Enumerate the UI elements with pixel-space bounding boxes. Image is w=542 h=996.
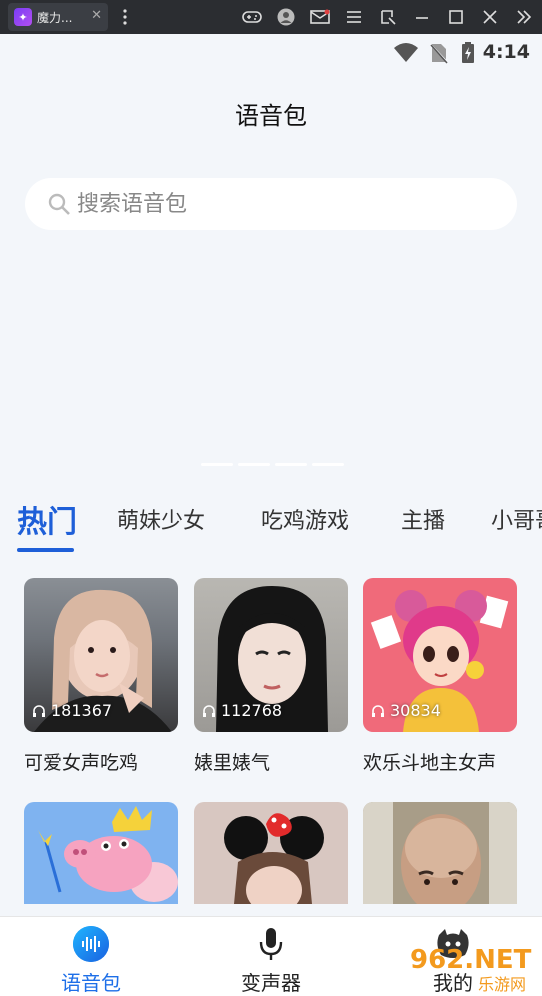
voice-pack-card[interactable]: 30834 欢乐斗地主女声: [363, 578, 517, 775]
tab-cute-girl[interactable]: 萌妹少女: [117, 503, 205, 535]
voice-pack-card[interactable]: 181367 可爱女声吃鸡: [24, 578, 178, 775]
minimize-icon[interactable]: [412, 7, 432, 27]
nav-label: 变声器: [241, 971, 301, 995]
bald-man-image: [363, 802, 517, 904]
more-vert-icon[interactable]: [115, 7, 135, 27]
app-tab[interactable]: ✦ 魔力... ✕: [8, 3, 108, 31]
mickey-ears-girl-image: [224, 813, 324, 904]
close-icon[interactable]: [480, 7, 500, 27]
headphones-icon: [372, 704, 384, 717]
no-sim-icon: [429, 43, 448, 64]
card-title: 欢乐斗地主女声: [363, 752, 497, 774]
voice-pack-card[interactable]: [24, 802, 178, 904]
card-thumbnail: [194, 802, 348, 904]
nav-label: 语音包: [61, 971, 121, 995]
voice-pack-card[interactable]: [363, 802, 517, 904]
banner-dot[interactable]: [275, 463, 307, 466]
site-watermark-logo: 962.NET 乐游网: [410, 945, 532, 994]
voice-pack-icon: [72, 925, 110, 963]
card-title: 可爱女声吃鸡: [24, 752, 139, 774]
card-thumbnail: [363, 802, 517, 904]
play-count: 112768: [202, 701, 282, 720]
tab-close-icon[interactable]: ✕: [91, 8, 102, 23]
screenshot-icon[interactable]: [378, 7, 398, 27]
emulator-titlebar: ✦ 魔力... ✕: [0, 0, 542, 34]
wifi-icon: [394, 43, 418, 62]
account-icon[interactable]: [276, 7, 296, 27]
play-count-value: 30834: [390, 701, 441, 720]
card-thumbnail: 30834: [363, 578, 517, 732]
category-tabs: 热门 萌妹少女 吃鸡游戏 主播 小哥哥: [0, 495, 542, 555]
tab-pubg[interactable]: 吃鸡游戏: [261, 503, 349, 535]
microphone-icon: [252, 925, 290, 963]
expand-icon[interactable]: [514, 7, 534, 27]
banner-dot[interactable]: [238, 463, 270, 466]
voice-pack-card[interactable]: [194, 802, 348, 904]
watermark-text-1: 962.NET: [410, 945, 532, 975]
tab-streamer[interactable]: 主播: [401, 503, 445, 535]
card-thumbnail: 112768: [194, 578, 348, 732]
maximize-icon[interactable]: [446, 7, 466, 27]
voice-pack-card[interactable]: 112768 婊里婊气: [194, 578, 348, 775]
mail-icon[interactable]: [310, 7, 330, 27]
app-tab-title: 魔力...: [37, 10, 73, 25]
app-logo-icon: ✦: [14, 8, 32, 26]
nav-voice-changer[interactable]: 变声器: [216, 925, 326, 996]
status-bar: 4:14: [0, 34, 542, 72]
gamepad-icon[interactable]: [242, 7, 262, 27]
headphones-icon: [203, 704, 215, 717]
search-bar[interactable]: [25, 178, 517, 230]
tab-young-man[interactable]: 小哥哥: [491, 503, 542, 535]
play-count-value: 181367: [51, 701, 113, 720]
peppa-pig-image: [38, 806, 178, 902]
banner-dot[interactable]: [312, 463, 344, 466]
page-title: 语音包: [235, 102, 307, 130]
search-input[interactable]: [77, 191, 477, 217]
tab-hot[interactable]: 热门: [17, 497, 77, 541]
battery-charging-icon: [462, 42, 474, 63]
tab-indicator: [17, 548, 74, 552]
headphones-icon: [33, 704, 45, 717]
menu-icon[interactable]: [344, 7, 364, 27]
play-count: 30834: [371, 701, 441, 720]
banner-indicator: [201, 463, 344, 466]
play-count-value: 112768: [221, 701, 283, 720]
watermark-text-2: 乐游网: [478, 975, 526, 994]
card-thumbnail: [24, 802, 178, 904]
search-icon: [48, 193, 70, 215]
banner-dot[interactable]: [201, 463, 233, 466]
card-title: 婊里婊气: [194, 752, 271, 774]
nav-voice-pack[interactable]: 语音包: [36, 925, 146, 996]
play-count: 181367: [32, 701, 112, 720]
card-thumbnail: 181367: [24, 578, 178, 732]
status-time: 4:14: [482, 41, 530, 63]
